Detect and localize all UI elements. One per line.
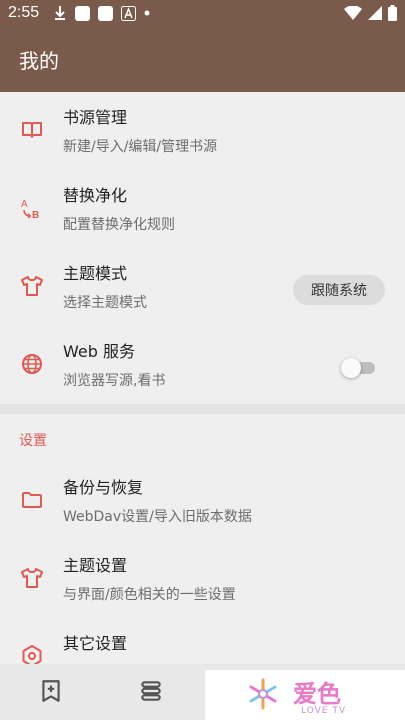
item-title: 主题模式 xyxy=(63,264,128,283)
item-subtitle: 浏览器写源,看书 xyxy=(63,373,166,389)
app-bar: 我的 xyxy=(0,26,405,92)
item-title: Web 服务 xyxy=(63,342,135,361)
item-other-settings[interactable]: 其它设置 xyxy=(0,618,405,664)
item-title: 替换净化 xyxy=(63,186,128,205)
notification-icons xyxy=(53,5,150,21)
theme-mode-selector[interactable]: 跟随系统 xyxy=(293,275,385,305)
settings-section-header: 设置 xyxy=(19,433,47,449)
web-service-toggle[interactable] xyxy=(341,357,377,378)
item-subtitle: WebDav设置/导入旧版本数据 xyxy=(63,509,252,525)
item-subtitle: 新建/导入/编辑/管理书源 xyxy=(63,139,218,155)
watermark: 爱色 LOVE TV xyxy=(205,670,405,720)
notification-app-icon-2 xyxy=(98,5,114,21)
status-time: 2:55 xyxy=(8,4,40,21)
settings-list[interactable]: 书源管理 新建/导入/编辑/管理书源 AB 替换净化 配置替换净化规则 主题模式… xyxy=(0,92,405,664)
replace-icon: AB xyxy=(21,199,39,220)
explore-icon[interactable] xyxy=(138,678,164,704)
item-book-source-management[interactable]: 书源管理 新建/导入/编辑/管理书源 xyxy=(0,92,405,170)
svg-text:A: A xyxy=(21,199,28,210)
page-title: 我的 xyxy=(19,48,59,73)
item-title: 备份与恢复 xyxy=(63,478,144,497)
settings-icon xyxy=(22,645,42,664)
toggle-knob xyxy=(341,358,361,378)
watermark-brand: 爱色 xyxy=(293,680,341,708)
book-icon xyxy=(22,122,42,138)
item-web-service[interactable]: Web 服务 浏览器写源,看书 xyxy=(0,326,405,404)
download-icon xyxy=(55,6,66,20)
tshirt-icon xyxy=(21,276,43,296)
status-bar: 2:55 xyxy=(0,0,405,26)
globe-icon xyxy=(22,354,42,374)
item-backup-restore[interactable]: 备份与恢复 WebDav设置/导入旧版本数据 xyxy=(0,462,405,540)
watermark-subtext: LOVE TV xyxy=(301,706,346,716)
item-theme-mode[interactable]: 主题模式 选择主题模式 跟随系统 xyxy=(0,248,405,326)
svg-text:B: B xyxy=(32,210,39,220)
snowflake-logo-icon xyxy=(249,678,277,710)
dot-icon xyxy=(144,10,150,16)
bookshelf-add-icon[interactable] xyxy=(38,678,64,704)
item-subtitle: 配置替换净化规则 xyxy=(63,217,175,233)
font-notification-icon xyxy=(121,5,137,21)
item-subtitle: 与界面/颜色相关的一些设置 xyxy=(63,587,236,603)
folder-icon xyxy=(22,492,42,508)
item-title: 主题设置 xyxy=(63,556,128,575)
item-title: 其它设置 xyxy=(63,634,128,653)
signal-icon xyxy=(368,6,382,20)
item-theme-settings[interactable]: 主题设置 与界面/颜色相关的一些设置 xyxy=(0,540,405,618)
item-replace-purify[interactable]: AB 替换净化 配置替换净化规则 xyxy=(0,170,405,248)
notification-app-icon xyxy=(75,5,91,21)
tshirt-icon xyxy=(21,568,43,588)
battery-icon xyxy=(388,5,397,21)
item-title: 书源管理 xyxy=(63,108,128,127)
section-divider xyxy=(0,404,405,414)
item-subtitle: 选择主题模式 xyxy=(63,295,147,311)
wifi-icon xyxy=(344,6,362,20)
